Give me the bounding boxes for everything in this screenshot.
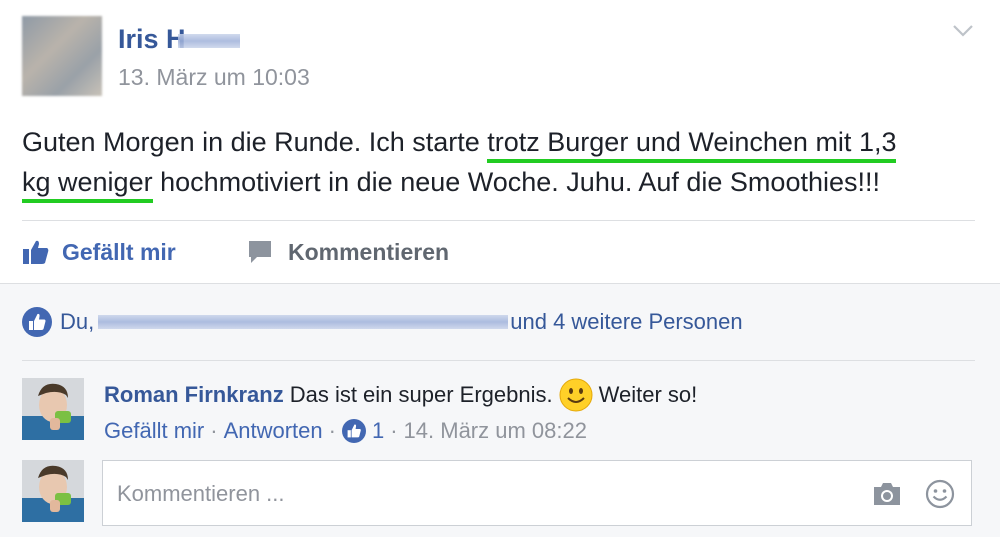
reaction-count: 1: [371, 418, 385, 443]
post-timestamp[interactable]: 13. März um 10:03: [118, 64, 310, 91]
likes-suffix[interactable]: und 4 weitere Personen: [510, 309, 742, 335]
highlighted-text-2: kg weniger: [22, 167, 153, 203]
comment-text-start: Das ist ein super Ergebnis.: [289, 382, 553, 407]
comment-bubble-icon: [249, 241, 271, 263]
post-text: Guten Morgen in die Runde. Ich starte tr…: [22, 122, 982, 203]
current-user-avatar[interactable]: [22, 460, 84, 522]
highlighted-text-1: trotz Burger und Weinchen mit 1,3: [487, 127, 897, 163]
separator: ·: [390, 418, 398, 443]
separator: ·: [210, 418, 218, 443]
comment-reply-link[interactable]: Antworten: [224, 418, 323, 444]
like-button-label: Gefällt mir: [62, 238, 176, 265]
commenter-avatar[interactable]: [22, 378, 84, 440]
post-body: Iris H 13. März um 10:03 Guten Morgen in…: [0, 0, 1000, 283]
comment-button[interactable]: Kommentieren: [246, 236, 449, 268]
like-badge-icon: [22, 307, 52, 337]
camera-icon[interactable]: [871, 481, 903, 507]
comment-composer: [102, 460, 972, 527]
author-avatar[interactable]: [22, 16, 102, 96]
comment-text: Roman Firnkranz Das ist ein super Ergebn…: [104, 378, 697, 412]
author-name[interactable]: Iris H: [118, 24, 186, 55]
post-card: Iris H 13. März um 10:03 Guten Morgen in…: [0, 0, 1000, 537]
names-redaction: [98, 315, 509, 329]
divider: [22, 220, 975, 221]
comment-input[interactable]: [115, 461, 839, 527]
post-text-start: Guten Morgen in die Runde. Ich starte: [22, 127, 488, 157]
comment-like-link[interactable]: Gefällt mir: [104, 418, 204, 444]
post-text-end: hochmotiviert in die neue Woche. Juhu. A…: [152, 167, 880, 197]
comment-reactions[interactable]: 1: [341, 418, 385, 444]
likes-prefix: Du,: [60, 309, 95, 334]
like-button[interactable]: Gefällt mir: [22, 236, 176, 268]
comment-timestamp[interactable]: 14. März um 08:22: [404, 418, 587, 444]
comment-button-label: Kommentieren: [288, 238, 450, 265]
smiley-emoji-icon: [559, 378, 593, 412]
comment-text-end: Weiter so!: [598, 382, 698, 407]
like-badge-icon: [341, 419, 366, 443]
chevron-down-icon[interactable]: [952, 24, 974, 38]
thumbs-up-icon: [23, 240, 49, 264]
name-redaction: [178, 34, 240, 48]
current-user-avatar-photo: [22, 460, 84, 522]
divider: [22, 360, 975, 361]
comment-meta: Gefällt mir · Antworten · 1 · 14. März u…: [104, 418, 587, 444]
comment-author[interactable]: Roman Firnkranz: [104, 382, 284, 408]
emoji-icon[interactable]: [925, 479, 955, 509]
separator: ·: [328, 418, 336, 443]
likes-summary[interactable]: Du, und 4 weitere Personen: [22, 306, 743, 338]
commenter-avatar-photo: [22, 378, 84, 440]
